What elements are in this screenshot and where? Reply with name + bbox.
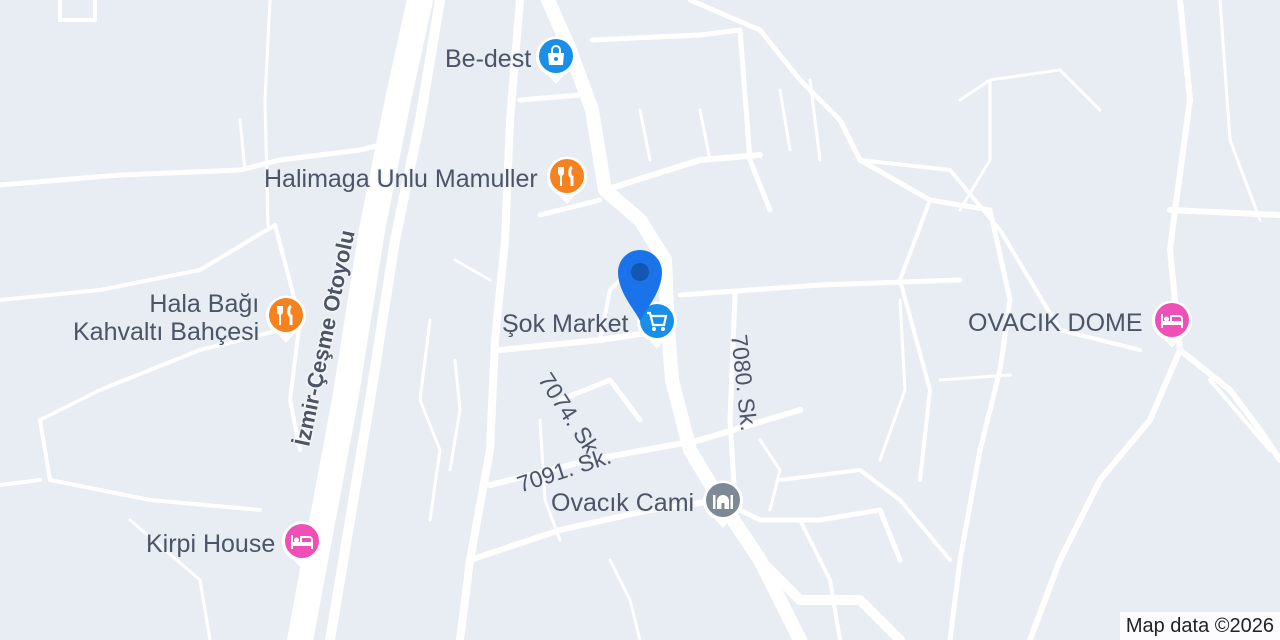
poi-kirpi-house[interactable]: Kirpi House (146, 519, 323, 569)
location-pin-icon[interactable] (614, 245, 666, 328)
poi-ovacik-dome[interactable]: OVACIK DOME (968, 298, 1193, 348)
poi-label: Be-dest (445, 44, 532, 73)
mosque-icon (702, 478, 744, 528)
bed-icon (1151, 298, 1193, 348)
shopping-bag-icon (535, 34, 577, 84)
poi-label: Hala Bağı Kahvaltı Bahçesi (73, 290, 260, 346)
fork-knife-icon (265, 293, 307, 343)
poi-label: Kirpi House (146, 529, 276, 558)
map-view[interactable]: İzmir-Çeşme Otoyolu 7074. Sk. 7080. Sk. … (0, 0, 1280, 640)
poi-label: Halimaga Unlu Mamuller (264, 164, 538, 193)
poi-label: Ovacık Cami (551, 488, 695, 517)
poi-hala-bagi[interactable]: Hala Bağı Kahvaltı Bahçesi (73, 290, 307, 346)
poi-ovacik-cami[interactable]: Ovacık Cami (551, 478, 744, 528)
poi-label: OVACIK DOME (968, 308, 1143, 337)
bed-icon (281, 519, 323, 569)
poi-be-dest[interactable]: Be-dest (445, 34, 577, 84)
map-attribution[interactable]: Map data ©2026 (1119, 612, 1280, 640)
poi-halimaga[interactable]: Halimaga Unlu Mamuller (264, 154, 588, 204)
fork-knife-icon (546, 154, 588, 204)
poi-label: Şok Market (502, 309, 629, 338)
